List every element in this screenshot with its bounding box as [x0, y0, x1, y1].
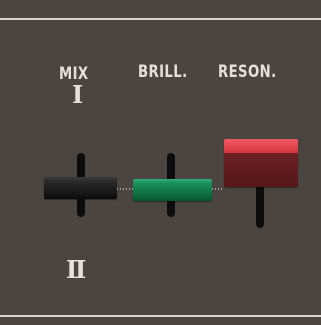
reson-handle-highlight — [224, 139, 298, 153]
dotted-link-line — [117, 188, 133, 190]
bottom-divider-line — [0, 315, 321, 317]
reson-handle-body — [224, 153, 298, 187]
mix-slider-handle[interactable] — [44, 177, 117, 199]
mix-position-two-marker: Ⅱ — [66, 255, 87, 284]
top-divider-line — [0, 18, 321, 20]
dotted-link-line — [212, 188, 224, 190]
reson-label: RESON. — [218, 62, 277, 82]
synth-control-panel: MIX BRILL. RESON. Ⅰ Ⅱ — [0, 0, 321, 325]
reson-slider-handle[interactable] — [224, 139, 298, 187]
mix-position-one-marker: Ⅰ — [72, 80, 84, 109]
brill-slider-handle[interactable] — [133, 179, 212, 201]
brill-label: BRILL. — [138, 62, 188, 82]
